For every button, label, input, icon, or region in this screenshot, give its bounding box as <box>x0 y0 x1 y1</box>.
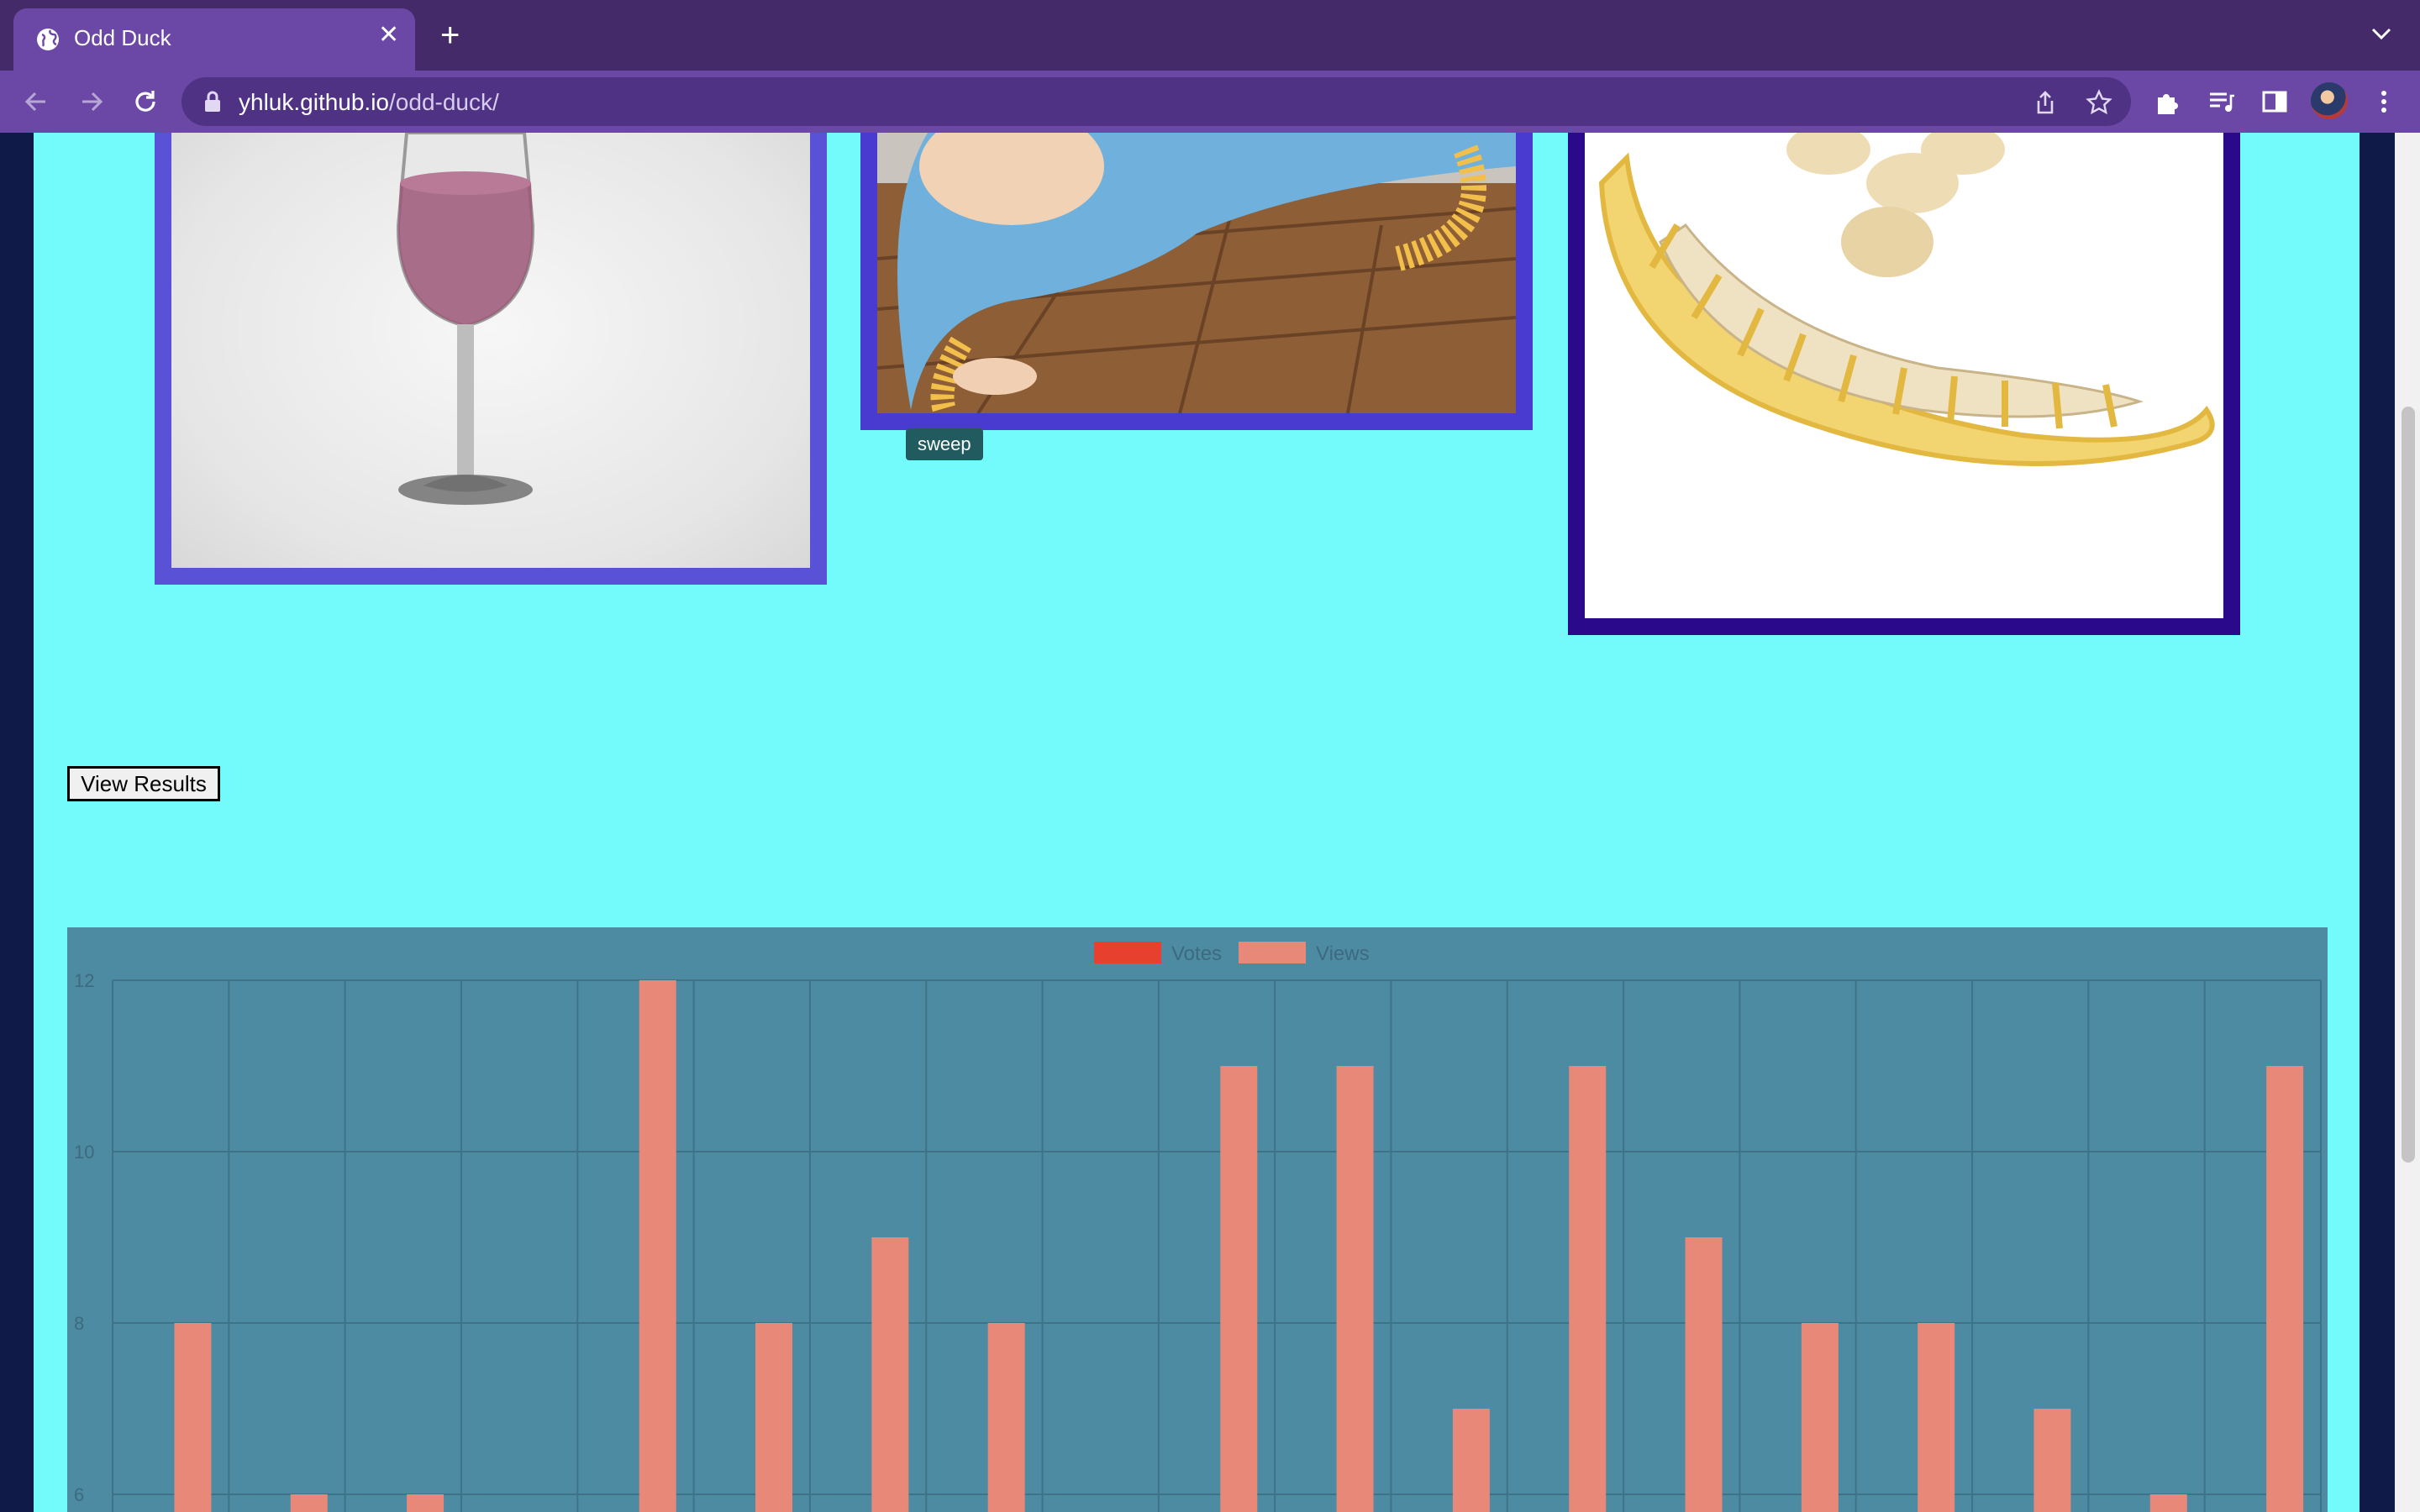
results-chart-svg: Votes Views 12 10 8 6 <box>74 942 2322 1512</box>
bar-views <box>1801 1323 1839 1512</box>
browser-toolbar: yhluk.github.io/odd-duck/ <box>0 71 2420 133</box>
bar-views <box>1685 1237 1723 1512</box>
forward-arrow-icon[interactable] <box>76 86 108 118</box>
y-tick-label: 8 <box>74 1313 84 1334</box>
star-bookmark-icon[interactable] <box>2086 89 2112 116</box>
bar-views <box>987 1323 1025 1512</box>
bar-views <box>755 1323 793 1512</box>
new-tab-icon[interactable]: + <box>440 18 460 52</box>
sweep-photo <box>877 133 1516 413</box>
bar-views <box>1336 1066 1374 1512</box>
reload-icon[interactable] <box>129 86 161 118</box>
legend-swatch-views <box>1239 942 1306 963</box>
bar-views <box>1452 1409 1490 1512</box>
bar-views <box>2149 1494 2187 1512</box>
bar-views <box>1220 1066 1258 1512</box>
wine-glass-photo <box>171 133 810 568</box>
main-content: sweep View Results Votes Views 12 10 8 6 <box>34 133 2360 1512</box>
globe-icon <box>37 29 59 50</box>
extensions-puzzle-icon[interactable] <box>2153 87 2181 116</box>
browser-tab-strip: Odd Duck ✕ + <box>0 0 2420 71</box>
y-tick-label: 10 <box>74 1142 94 1163</box>
bar-views <box>871 1237 909 1512</box>
more-vertical-icon[interactable] <box>2370 87 2398 116</box>
url-host: yhluk.github.io <box>239 89 390 115</box>
view-results-button[interactable]: View Results <box>67 766 220 801</box>
url-text[interactable]: yhluk.github.io/odd-duck/ <box>239 89 499 116</box>
bar-views <box>1918 1323 1955 1512</box>
banana-slicer-illustration <box>1598 133 2215 466</box>
browser-tab[interactable]: Odd Duck ✕ <box>13 8 415 71</box>
close-tab-icon[interactable]: ✕ <box>378 23 399 48</box>
results-chart: Votes Views 12 10 8 6 <box>67 927 2328 1512</box>
share-icon[interactable] <box>2032 89 2059 116</box>
scrollbar-thumb[interactable] <box>2402 407 2415 1163</box>
bar-views <box>2033 1409 2071 1512</box>
product-image-wine-glass[interactable] <box>155 133 827 585</box>
address-bar[interactable]: yhluk.github.io/odd-duck/ <box>182 77 2131 126</box>
y-tick-label: 6 <box>74 1484 84 1505</box>
banana-photo <box>1585 133 2223 618</box>
tab-title: Odd Duck <box>74 25 171 50</box>
bar-views <box>290 1494 328 1512</box>
lock-icon[interactable] <box>203 91 222 113</box>
wine-glass-illustration <box>396 133 535 505</box>
page-viewport: sweep View Results Votes Views 12 10 8 6 <box>0 133 2420 1512</box>
bar-views <box>174 1323 212 1512</box>
media-queue-icon[interactable] <box>2207 87 2235 116</box>
bar-views <box>2266 1066 2304 1512</box>
legend-label-views: Views <box>1316 942 1370 965</box>
back-arrow-icon[interactable] <box>20 86 52 118</box>
product-tooltip: sweep <box>906 428 983 460</box>
profile-avatar[interactable] <box>2311 82 2348 119</box>
legend-label-votes: Votes <box>1171 942 1222 965</box>
sweep-illustration <box>877 133 1516 413</box>
legend-swatch-votes <box>1094 942 1161 963</box>
product-image-sweep[interactable] <box>860 133 1533 430</box>
url-path: /odd-duck/ <box>389 89 499 115</box>
chevron-down-icon[interactable] <box>2370 25 2393 42</box>
bar-views <box>639 980 676 1512</box>
side-panel-icon[interactable] <box>2260 87 2289 116</box>
bar-views <box>407 1494 445 1512</box>
y-tick-label: 12 <box>74 970 94 991</box>
bar-views <box>1569 1066 1607 1512</box>
product-image-banana[interactable] <box>1568 133 2240 635</box>
